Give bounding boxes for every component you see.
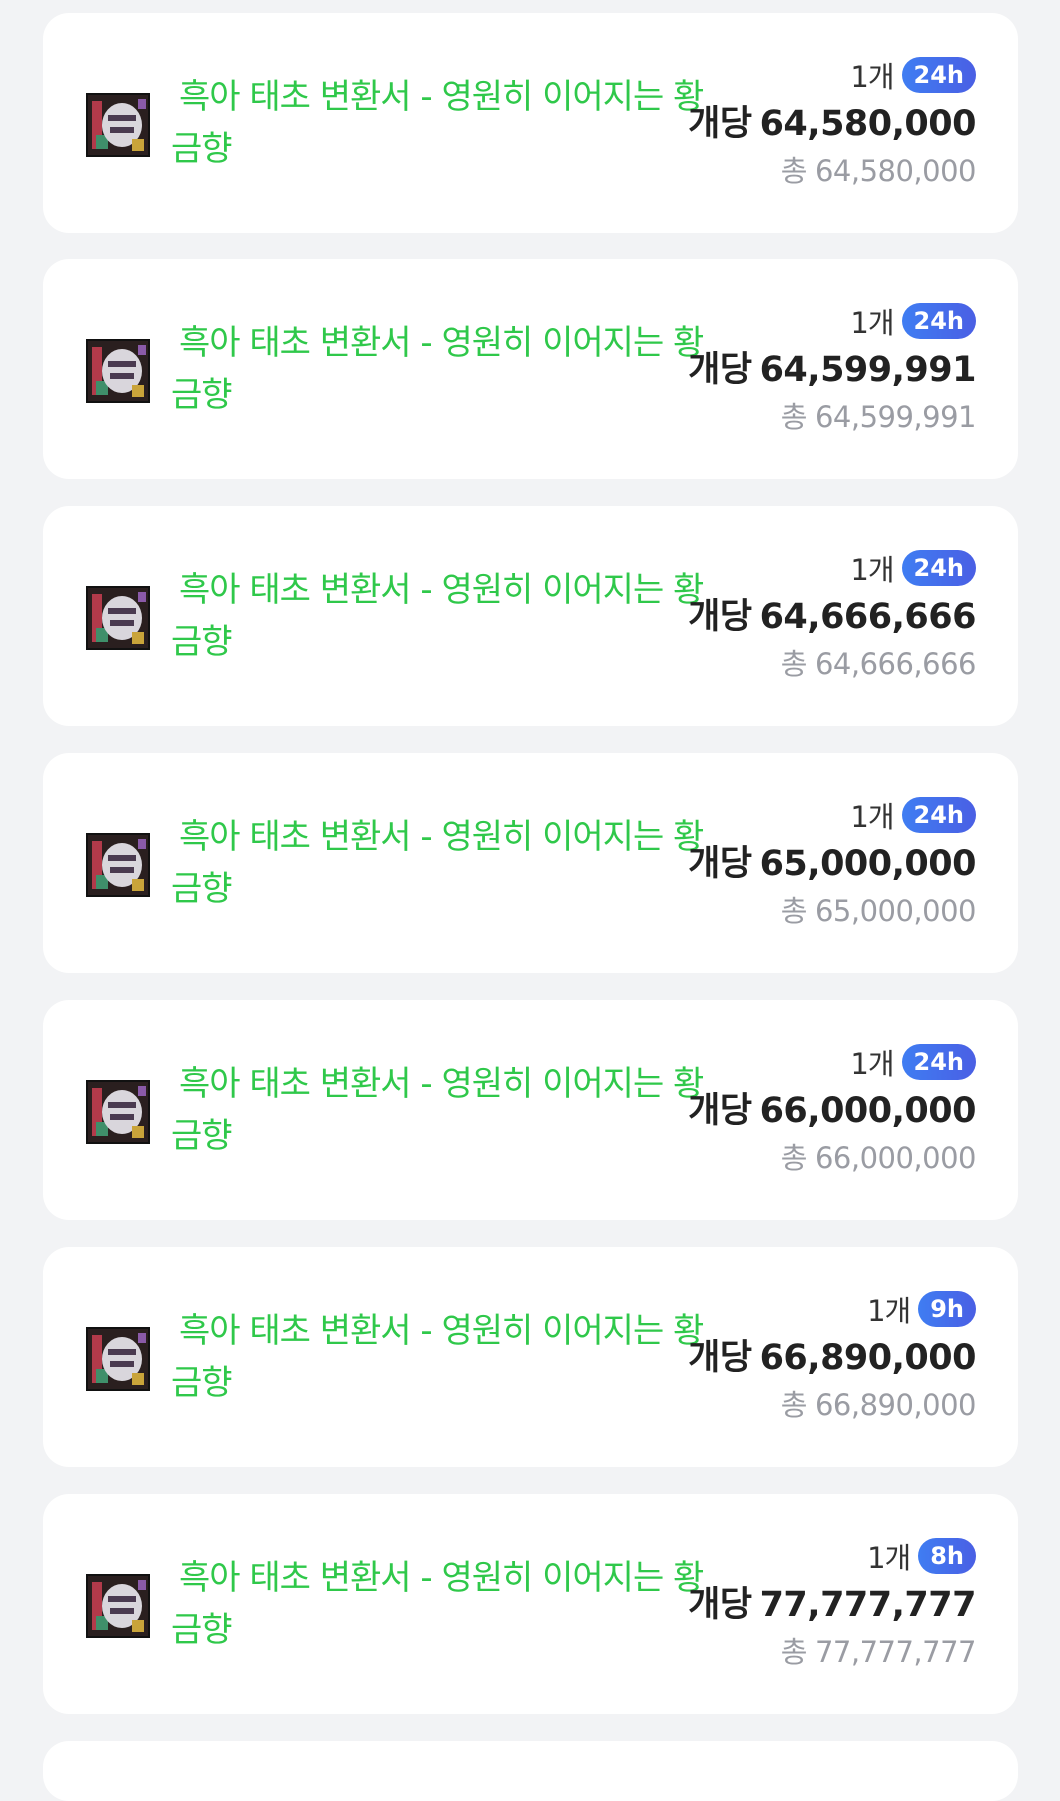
price-block: 1개 24h 개당 64,666,666 총 64,666,666 (688, 548, 977, 684)
total-price-label: 총 (780, 400, 808, 434)
scroll-item-icon (86, 1574, 150, 1638)
total-price-label: 총 (780, 894, 808, 928)
total-price: 66,000,000 (814, 1141, 977, 1175)
unit-price-label: 개당 (688, 1091, 752, 1131)
unit-price: 66,000,000 (759, 1091, 977, 1131)
time-remaining-badge: 24h (901, 57, 976, 93)
unit-price: 64,580,000 (759, 104, 977, 144)
total-price-label: 총 (780, 1635, 808, 1669)
quantity-label: 1개 (850, 553, 894, 587)
unit-price-label: 개당 (688, 844, 752, 884)
time-remaining-badge: 24h (901, 550, 976, 586)
quantity-label: 1개 (867, 1541, 911, 1575)
time-remaining-badge: 8h (918, 1538, 976, 1574)
scroll-item-icon (86, 833, 150, 897)
price-block: 1개 24h 개당 66,000,000 총 66,000,000 (688, 1042, 977, 1178)
listing-card-partial[interactable] (43, 1741, 1018, 1801)
scroll-item-icon (86, 339, 150, 403)
unit-price-label: 개당 (688, 1585, 752, 1625)
total-price: 64,599,991 (814, 400, 977, 434)
unit-price-label: 개당 (688, 350, 752, 390)
unit-price: 77,777,777 (759, 1585, 977, 1625)
total-price: 64,580,000 (814, 154, 977, 188)
quantity-label: 1개 (850, 1047, 894, 1081)
listing-card[interactable]: 흑아 태초 변환서 - 영원히 이어지는 황금향 1개 24h 개당 64,580… (43, 13, 1018, 233)
item-name: 흑아 태초 변환서 - 영원히 이어지는 황금향 (171, 570, 704, 662)
unit-price: 66,890,000 (759, 1338, 977, 1378)
total-price-label: 총 (780, 647, 808, 681)
item-name: 흑아 태초 변환서 - 영원히 이어지는 황금향 (171, 1558, 704, 1650)
quantity-label: 1개 (867, 1294, 911, 1328)
total-price-label: 총 (780, 1141, 808, 1175)
unit-price-label: 개당 (688, 104, 752, 144)
price-block: 1개 9h 개당 66,890,000 총 66,890,000 (688, 1289, 977, 1425)
item-name: 흑아 태초 변환서 - 영원히 이어지는 황금향 (171, 77, 704, 169)
listing-card[interactable]: 흑아 태초 변환서 - 영원히 이어지는 황금향 1개 24h 개당 65,000… (43, 753, 1018, 973)
time-remaining-badge: 24h (901, 797, 976, 833)
scroll-item-icon (86, 93, 150, 157)
price-block: 1개 24h 개당 65,000,000 총 65,000,000 (688, 795, 977, 931)
quantity-label: 1개 (850, 800, 894, 834)
unit-price: 65,000,000 (759, 844, 977, 884)
time-remaining-badge: 24h (901, 303, 976, 339)
item-name: 흑아 태초 변환서 - 영원히 이어지는 황금향 (171, 323, 704, 415)
price-block: 1개 8h 개당 77,777,777 총 77,777,777 (688, 1536, 977, 1672)
quantity-label: 1개 (850, 60, 894, 94)
item-name: 흑아 태초 변환서 - 영원히 이어지는 황금향 (171, 1064, 704, 1156)
price-block: 1개 24h 개당 64,580,000 총 64,580,000 (688, 55, 977, 191)
quantity-label: 1개 (850, 306, 894, 340)
scroll-item-icon (86, 1080, 150, 1144)
total-price: 64,666,666 (814, 647, 977, 681)
item-name: 흑아 태초 변환서 - 영원히 이어지는 황금향 (171, 817, 704, 909)
total-price: 66,890,000 (814, 1388, 977, 1422)
unit-price: 64,666,666 (759, 597, 977, 637)
time-remaining-badge: 9h (918, 1291, 976, 1327)
scroll-item-icon (86, 586, 150, 650)
scroll-item-icon (86, 1327, 150, 1391)
unit-price-label: 개당 (688, 1338, 752, 1378)
unit-price: 64,599,991 (759, 350, 977, 390)
listing-card[interactable]: 흑아 태초 변환서 - 영원히 이어지는 황금향 1개 24h 개당 64,666… (43, 506, 1018, 726)
listing-card[interactable]: 흑아 태초 변환서 - 영원히 이어지는 황금향 1개 8h 개당 77,777,… (43, 1494, 1018, 1714)
time-remaining-badge: 24h (901, 1044, 976, 1080)
total-price: 65,000,000 (814, 894, 977, 928)
total-price: 77,777,777 (814, 1635, 977, 1669)
listing-card[interactable]: 흑아 태초 변환서 - 영원히 이어지는 황금향 1개 24h 개당 66,000… (43, 1000, 1018, 1220)
listing-card[interactable]: 흑아 태초 변환서 - 영원히 이어지는 황금향 1개 24h 개당 64,599… (43, 259, 1018, 479)
total-price-label: 총 (780, 1388, 808, 1422)
listing-card[interactable]: 흑아 태초 변환서 - 영원히 이어지는 황금향 1개 9h 개당 66,890,… (43, 1247, 1018, 1467)
price-block: 1개 24h 개당 64,599,991 총 64,599,991 (688, 301, 977, 437)
item-name: 흑아 태초 변환서 - 영원히 이어지는 황금향 (171, 1311, 704, 1403)
total-price-label: 총 (780, 154, 808, 188)
unit-price-label: 개당 (688, 597, 752, 637)
